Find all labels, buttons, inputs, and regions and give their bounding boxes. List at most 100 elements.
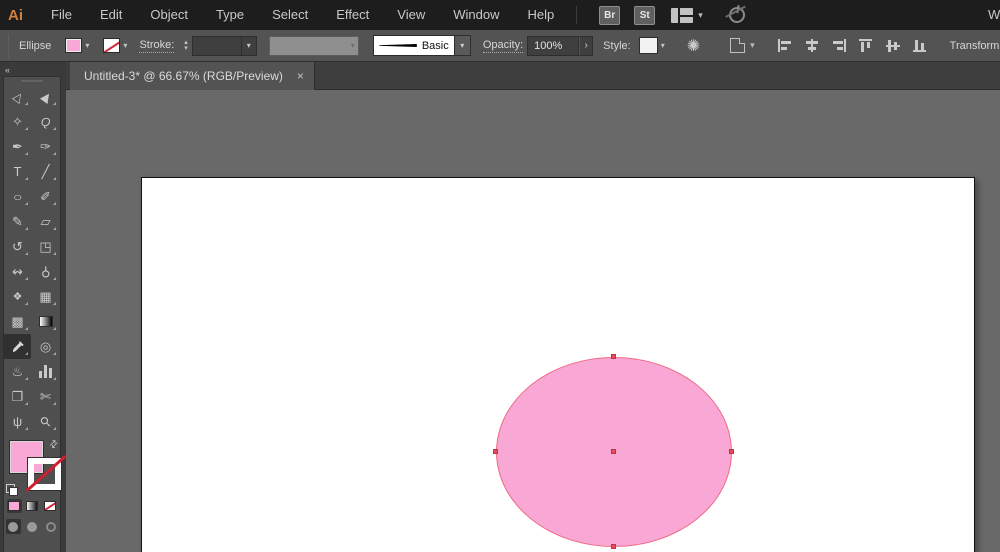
canvas[interactable] (66, 90, 1000, 552)
align-bottom-icon[interactable] (912, 38, 928, 53)
lasso-tool[interactable]: Q (32, 109, 59, 134)
color-button[interactable] (6, 499, 22, 513)
chevron-down-icon[interactable]: ▾ (241, 35, 257, 56)
zoom-tool[interactable]: ⚲ (32, 409, 59, 434)
mesh-tool[interactable]: ▩ (4, 309, 31, 334)
opacity-panel-link[interactable]: Opacity: (482, 39, 524, 53)
menu-effect[interactable]: Effect (322, 0, 383, 30)
workspace-partial-label: W (988, 7, 1000, 22)
pen-tool[interactable]: ✒ (4, 134, 31, 159)
width-profile-dropdown[interactable]: ▾ (268, 35, 359, 56)
anchor-center[interactable] (611, 449, 616, 454)
direct-selection-tool[interactable]: ▶ (32, 84, 59, 109)
ellipse-tool[interactable]: ○ (4, 184, 31, 209)
arrange-documents-icon[interactable] (671, 7, 694, 23)
slice-tool[interactable]: ✄ (32, 384, 59, 409)
draw-normal-button[interactable] (5, 519, 21, 534)
stroke-color-swatch[interactable] (103, 38, 121, 53)
tools-grid: ▷ ▶ ✧ Q ✒ ✑ T ╱ ○ ✐ ✎ ▱ ↺ ◳ ↭ ⚲ ❖ ▦ ▩ ◎ … (4, 84, 60, 434)
shape-builder-tool[interactable]: ❖ (4, 284, 31, 309)
draw-behind-button[interactable] (25, 519, 40, 534)
none-button[interactable] (43, 499, 58, 513)
menu-file[interactable]: File (37, 0, 86, 30)
menu-type[interactable]: Type (202, 0, 258, 30)
fill-color-control[interactable]: ▾ (65, 38, 89, 53)
eyedropper-tool[interactable] (4, 334, 31, 359)
rotate-tool[interactable]: ↺ (4, 234, 31, 259)
control-bar: Ellipse ▾ ▾ Stroke: ▴ ▾ ▾ ▾ Basic ▾ Opaci… (0, 30, 1000, 62)
stroke-color-control[interactable]: ▾ (103, 38, 127, 53)
draw-inside-icon (46, 521, 56, 532)
tools-panel: ▷ ▶ ✧ Q ✒ ✑ T ╱ ○ ✐ ✎ ▱ ↺ ◳ ↭ ⚲ ❖ ▦ ▩ ◎ … (3, 76, 61, 552)
anchor-top[interactable] (611, 354, 616, 359)
close-icon[interactable]: × (297, 69, 304, 83)
blend-tool[interactable]: ◎ (32, 334, 59, 359)
chevron-down-icon[interactable]: ▾ (698, 10, 703, 21)
menu-object[interactable]: Object (136, 0, 202, 30)
stroke-proxy[interactable] (28, 458, 61, 490)
fill-stroke-indicator: ⇄ (4, 438, 61, 496)
opacity-arrow-button[interactable]: › (579, 35, 594, 56)
artboard-tool[interactable]: ❐ (4, 384, 31, 409)
recolor-artwork-icon[interactable]: ✺ (687, 36, 700, 56)
align-top-icon[interactable] (858, 38, 874, 53)
column-graph-tool[interactable] (32, 359, 59, 384)
menu-edit[interactable]: Edit (86, 0, 136, 30)
stock-button[interactable]: St (634, 5, 656, 25)
menu-view[interactable]: View (383, 0, 439, 30)
curvature-tool[interactable]: ✑ (32, 134, 59, 159)
graphic-style-swatch[interactable] (638, 37, 658, 54)
selection-tool[interactable]: ▷ (4, 84, 31, 109)
paintbrush-tool[interactable]: ✐ (32, 184, 59, 209)
brush-definition-dropdown[interactable]: Basic (372, 35, 455, 56)
sync-status-icon[interactable] (727, 5, 747, 25)
line-segment-tool[interactable]: ╱ (32, 159, 59, 184)
scale-tool[interactable]: ◳ (32, 234, 59, 259)
menu-window[interactable]: Window (439, 0, 513, 30)
default-fill-stroke-icon[interactable] (6, 484, 18, 496)
shaper-tool[interactable]: ✎ (4, 209, 31, 234)
align-to-dropdown[interactable]: ▾ (730, 38, 755, 53)
stroke-weight-field[interactable] (191, 35, 242, 56)
anchor-left[interactable] (493, 449, 498, 454)
align-left-icon[interactable] (777, 38, 793, 53)
document-icon (730, 38, 746, 53)
chevron-down-icon[interactable]: ▾ (454, 35, 471, 56)
perspective-grid-tool[interactable]: ▦ (32, 284, 59, 309)
chevron-down-icon[interactable]: ▾ (661, 41, 665, 50)
type-tool[interactable]: T (4, 159, 31, 184)
menubar-separator (576, 6, 578, 24)
align-right-icon[interactable] (831, 38, 847, 53)
width-tool[interactable]: ↭ (4, 259, 31, 284)
transform-panel-link[interactable]: Transform (950, 40, 1000, 52)
puppet-warp-tool[interactable]: ⚲ (32, 259, 59, 284)
symbol-sprayer-tool[interactable]: ♨ (4, 359, 31, 384)
magic-wand-tool[interactable]: ✧ (4, 109, 31, 134)
gradient-button[interactable] (25, 499, 40, 513)
artboard[interactable] (141, 177, 975, 552)
main-region: « ▷ ▶ ✧ Q ✒ ✑ T ╱ ○ ✐ ✎ ▱ ↺ ◳ ↭ ⚲ ❖ ▦ ▩ … (0, 62, 1000, 552)
fill-color-swatch[interactable] (65, 38, 83, 53)
document-tab[interactable]: Untitled-3* @ 66.67% (RGB/Preview) × (70, 62, 315, 90)
chevron-down-icon[interactable]: ▾ (85, 41, 89, 50)
anchor-right[interactable] (729, 449, 734, 454)
hand-tool[interactable]: ψ (4, 409, 31, 434)
anchor-bottom[interactable] (611, 544, 616, 549)
swap-fill-stroke-icon[interactable]: ⇄ (47, 438, 61, 452)
align-h-center-icon[interactable] (804, 38, 820, 53)
gradient-tool[interactable] (32, 309, 59, 334)
menu-select[interactable]: Select (258, 0, 322, 30)
collapse-panel-icon[interactable]: « (5, 65, 10, 75)
align-v-center-icon[interactable] (885, 38, 901, 53)
draw-inside-button[interactable] (44, 519, 59, 534)
eyedropper-icon (12, 340, 24, 352)
eraser-tool[interactable]: ▱ (32, 209, 59, 234)
chevron-down-icon[interactable]: ▾ (123, 41, 127, 50)
bridge-button[interactable]: Br (599, 5, 621, 25)
panel-drag-handle[interactable] (21, 80, 43, 82)
stroke-panel-link[interactable]: Stroke: (139, 39, 175, 53)
draw-behind-icon (27, 521, 37, 532)
stroke-weight-stepper[interactable]: ▴ ▾ (184, 39, 188, 52)
opacity-field[interactable]: 100% (527, 35, 580, 56)
menu-help[interactable]: Help (513, 0, 568, 30)
